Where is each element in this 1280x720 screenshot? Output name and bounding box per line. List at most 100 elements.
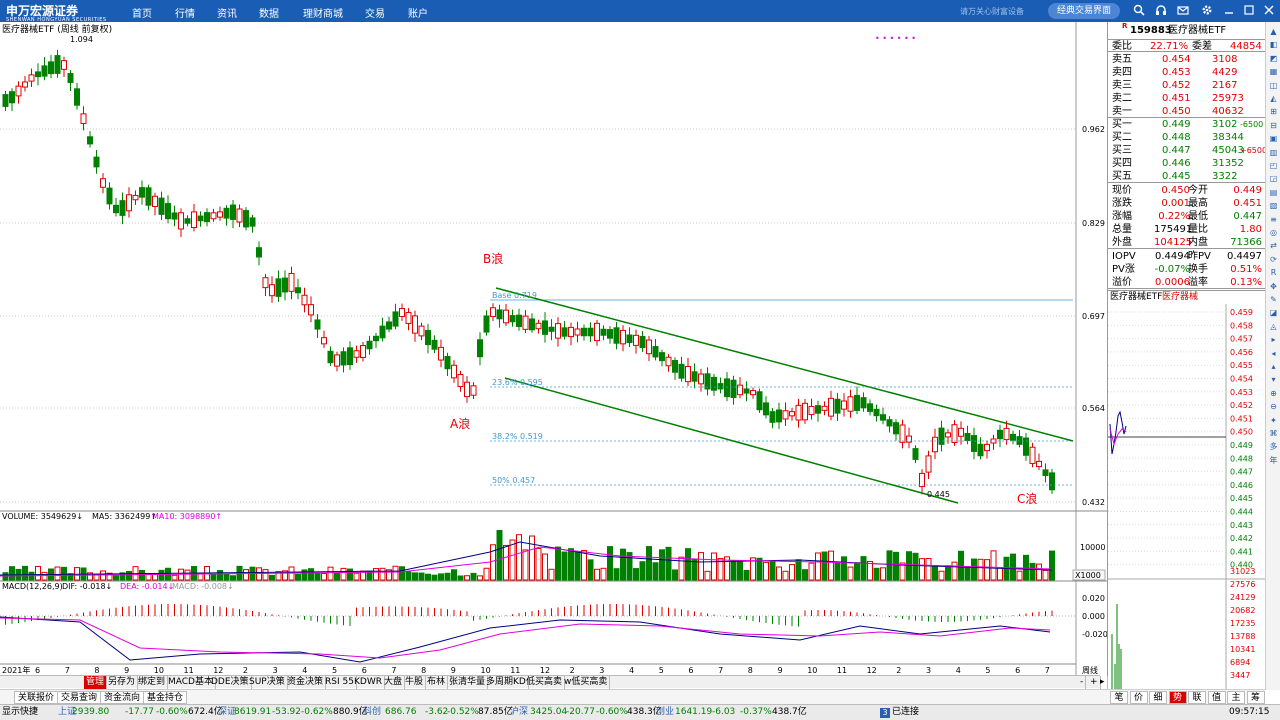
indicator-tab[interactable]: 另存为 [106, 676, 139, 689]
candle-body[interactable] [93, 156, 100, 168]
toolbar-tool-icon[interactable]: ▦ [1268, 66, 1279, 77]
candle-body[interactable] [997, 429, 1003, 440]
candle-body[interactable] [698, 373, 704, 385]
candle-body[interactable] [730, 379, 737, 398]
candle-body[interactable] [275, 278, 282, 297]
candle-body[interactable] [204, 212, 210, 223]
candle-body[interactable] [808, 405, 815, 416]
candle-body[interactable] [529, 318, 535, 331]
toolbar-tool-icon[interactable]: ◫ [1268, 80, 1279, 91]
candle-body[interactable] [587, 327, 594, 337]
candle-body[interactable] [399, 308, 405, 317]
bid-row[interactable]: 买三 0.447 45043 +6500 [1108, 144, 1267, 157]
scroll-right-icon[interactable]: ▸ [1098, 676, 1108, 689]
candle-body[interactable] [912, 448, 919, 460]
indicator-tab[interactable]: DDE决策 [209, 676, 252, 689]
toolbar-tool-icon[interactable]: ▴ [1268, 361, 1279, 372]
nav-news[interactable]: 资讯 [217, 5, 237, 20]
candle-body[interactable] [776, 409, 782, 423]
candle-body[interactable] [67, 73, 74, 83]
candle-body[interactable] [35, 71, 41, 78]
bottom-panel-tab[interactable]: 资金流向 [100, 691, 145, 704]
login-hint[interactable]: 请万关心财富设备 [960, 6, 1024, 17]
candle-body[interactable] [561, 327, 568, 337]
nav-quotes[interactable]: 行情 [175, 5, 195, 20]
candle-body[interactable] [41, 65, 48, 77]
candle-body[interactable] [243, 210, 249, 228]
candle-body[interactable] [1042, 469, 1049, 476]
candle-body[interactable] [711, 376, 717, 391]
candle-body[interactable] [1049, 472, 1055, 491]
candle-body[interactable] [139, 187, 145, 198]
candle-body[interactable] [9, 91, 15, 104]
candle-body[interactable] [412, 315, 418, 334]
candle-body[interactable] [223, 207, 230, 219]
candle-body[interactable] [984, 443, 990, 452]
quote-panel-tab[interactable]: 细 [1149, 691, 1167, 704]
candle-body[interactable] [828, 397, 834, 417]
candle-body[interactable] [490, 307, 496, 318]
nav-account[interactable]: 账户 [408, 5, 428, 20]
candle-body[interactable] [691, 371, 698, 382]
candle-body[interactable] [860, 397, 867, 409]
toolbar-tool-icon[interactable]: ⇄ [1268, 240, 1279, 251]
candle-body[interactable] [743, 388, 750, 394]
candle-body[interactable] [789, 411, 795, 417]
candle-body[interactable] [522, 315, 529, 330]
toolbar-tool-icon[interactable]: ▲ [1268, 26, 1279, 37]
candle-body[interactable] [301, 294, 308, 306]
bottom-panel-tab[interactable]: 交易查询 [57, 691, 102, 704]
bid-row[interactable]: 买五 0.445 3322 [1108, 170, 1266, 183]
ask-row[interactable]: 卖二 0.451 25973 [1108, 92, 1266, 105]
candle-body[interactable] [334, 354, 340, 367]
candle-body[interactable] [496, 309, 503, 320]
candle-body[interactable] [295, 287, 301, 294]
candle-body[interactable] [841, 400, 847, 410]
toolbar-tool-icon[interactable]: ⊞ [1268, 106, 1279, 117]
candle-body[interactable] [821, 405, 828, 411]
candle-body[interactable] [282, 277, 288, 293]
candle-body[interactable] [646, 339, 652, 355]
toolbar-tool-icon[interactable]: ⟳ [1268, 254, 1279, 265]
candle-body[interactable] [15, 85, 22, 97]
candle-body[interactable] [834, 398, 841, 414]
candle-body[interactable] [236, 208, 243, 223]
indicator-tab[interactable]: 资金决策 [285, 676, 327, 689]
ask-row[interactable]: 卖四 0.453 4429 [1108, 66, 1266, 79]
candle-body[interactable] [171, 212, 178, 220]
candle-body[interactable] [288, 272, 295, 292]
toolbar-tool-icon[interactable]: ⊟ [1268, 120, 1279, 131]
toolbar-tool-icon[interactable]: ≡ [1268, 214, 1279, 225]
candle-body[interactable] [1003, 427, 1010, 441]
quote-panel-tab[interactable]: 联 [1188, 691, 1206, 704]
candle-body[interactable] [509, 315, 516, 323]
candle-body[interactable] [782, 410, 789, 420]
candle-body[interactable] [613, 327, 620, 344]
toolbar-tool-icon[interactable]: ◧ [1268, 39, 1279, 50]
candle-body[interactable] [249, 217, 256, 227]
candle-body[interactable] [2, 94, 9, 107]
toolbar-tool-icon[interactable]: ✥ [1268, 281, 1279, 292]
candlestick-series[interactable] [2, 49, 1055, 495]
candle-body[interactable] [633, 334, 639, 346]
candle-body[interactable] [386, 321, 392, 330]
quote-panel-tab[interactable]: 值 [1207, 691, 1226, 704]
candle-body[interactable] [165, 203, 171, 220]
quote-panel-tab[interactable]: 筹 [1246, 691, 1265, 704]
indicator-tab[interactable]: 低买高卖 [524, 676, 566, 689]
candle-body[interactable] [1029, 446, 1036, 464]
candle-body[interactable] [379, 325, 386, 339]
toolbar-tool-icon[interactable]: ⊕ [1268, 388, 1279, 399]
mini-tab-sector[interactable]: 医疗器械 [1162, 291, 1198, 304]
search-icon[interactable] [1132, 4, 1146, 18]
candle-body[interactable] [542, 320, 548, 335]
candle-body[interactable] [360, 345, 366, 358]
zoom-out-icon[interactable]: - [1078, 676, 1087, 689]
candle-body[interactable] [145, 187, 152, 206]
kline-chart-area[interactable]: Base 0.719 23.6% 0.595 38.2% 0.519 50% 0… [0, 22, 1107, 675]
toolbar-tool-icon[interactable]: 年 [1268, 455, 1279, 466]
candle-body[interactable] [503, 309, 509, 324]
candle-body[interactable] [217, 211, 223, 218]
candle-body[interactable] [418, 325, 425, 337]
candle-body[interactable] [373, 335, 379, 342]
